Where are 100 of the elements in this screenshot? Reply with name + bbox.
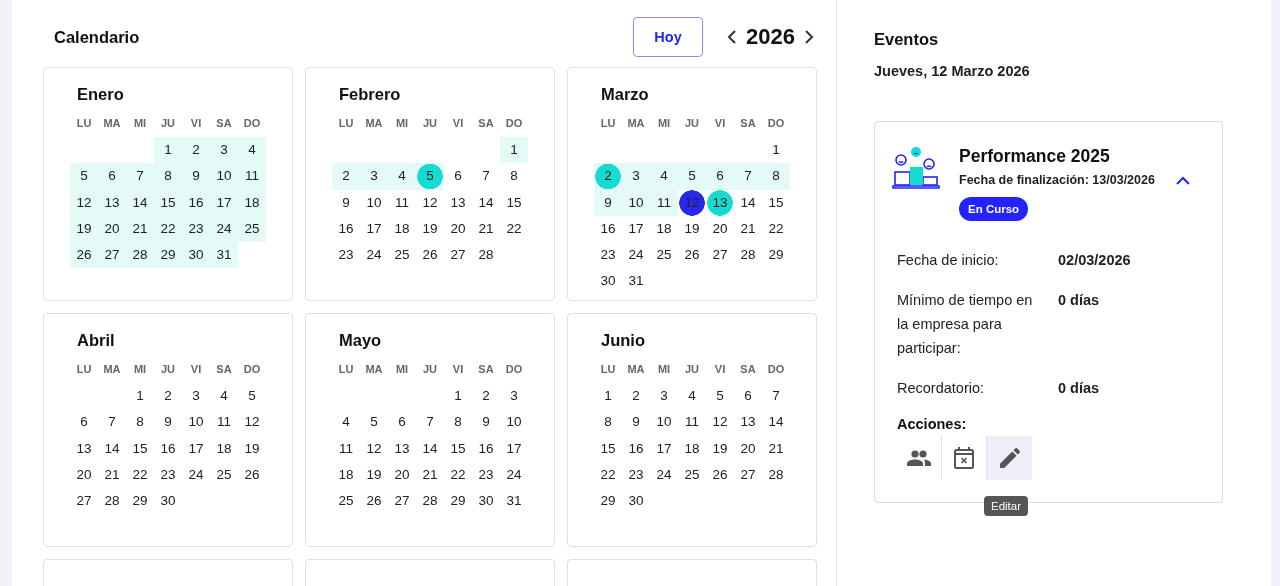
calendar-day[interactable]: 4	[388, 163, 416, 190]
calendar-day[interactable]: 27	[98, 242, 126, 269]
calendar-day[interactable]: 1	[444, 383, 472, 410]
calendar-day[interactable]: 8	[154, 163, 182, 190]
calendar-day[interactable]: 6	[444, 163, 472, 190]
calendar-day[interactable]: 22	[444, 461, 472, 489]
calendar-day[interactable]: 13	[388, 435, 416, 462]
calendar-day[interactable]: 17	[650, 435, 678, 462]
calendar-day[interactable]: 6	[388, 409, 416, 436]
calendar-day[interactable]: 18	[678, 435, 706, 462]
calendar-day[interactable]: 28	[734, 242, 762, 269]
calendar-day[interactable]: 9	[594, 189, 622, 216]
calendar-day[interactable]: 15	[594, 435, 622, 462]
calendar-day[interactable]: 21	[762, 435, 790, 462]
calendar-day[interactable]: 27	[388, 488, 416, 515]
calendar-day[interactable]: 22	[594, 461, 622, 489]
calendar-day[interactable]: 22	[500, 215, 528, 243]
calendar-day[interactable]: 28	[126, 242, 154, 269]
calendar-day[interactable]: 25	[650, 242, 678, 269]
calendar-day[interactable]: 5	[706, 383, 734, 410]
calendar-day[interactable]: 12	[238, 409, 266, 436]
calendar-day[interactable]: 18	[332, 461, 360, 489]
calendar-day[interactable]: 26	[360, 488, 388, 515]
calendar-day[interactable]: 11	[678, 409, 706, 436]
calendar-day[interactable]: 15	[126, 435, 154, 462]
calendar-day[interactable]: 23	[182, 215, 210, 243]
calendar-day[interactable]: 24	[622, 242, 650, 269]
calendar-day[interactable]: 20	[70, 461, 98, 489]
calendar-day[interactable]: 19	[238, 435, 266, 462]
calendar-day[interactable]: 14	[734, 189, 762, 216]
calendar-day[interactable]: 12	[706, 409, 734, 436]
calendar-day[interactable]: 11	[332, 435, 360, 462]
calendar-day[interactable]: 16	[182, 189, 210, 216]
calendar-day[interactable]: 29	[126, 488, 154, 515]
calendar-day[interactable]: 15	[444, 435, 472, 462]
calendar-day[interactable]: 10	[650, 409, 678, 436]
calendar-day[interactable]: 26	[70, 242, 98, 269]
calendar-day[interactable]: 23	[622, 461, 650, 489]
calendar-day[interactable]: 7	[416, 409, 444, 436]
calendar-day[interactable]: 10	[622, 189, 650, 216]
calendar-day[interactable]: 21	[126, 215, 154, 243]
calendar-day[interactable]: 10	[210, 163, 238, 190]
calendar-day[interactable]: 12	[70, 189, 98, 216]
calendar-day[interactable]: 25	[678, 461, 706, 489]
calendar-day[interactable]: 3	[500, 383, 528, 410]
calendar-day[interactable]: 8	[594, 409, 622, 436]
calendar-day[interactable]: 7	[126, 163, 154, 190]
calendar-day[interactable]: 15	[762, 189, 790, 216]
calendar-day[interactable]: 18	[388, 215, 416, 243]
calendar-day[interactable]: 9	[332, 189, 360, 216]
calendar-day[interactable]: 16	[594, 215, 622, 243]
calendar-day[interactable]: 20	[706, 215, 734, 243]
calendar-day[interactable]: 24	[182, 461, 210, 489]
calendar-day[interactable]: 19	[678, 215, 706, 243]
calendar-day[interactable]: 10	[500, 409, 528, 436]
today-button[interactable]: Hoy	[633, 17, 704, 57]
calendar-day[interactable]: 5	[678, 163, 706, 190]
calendar-day[interactable]: 22	[126, 461, 154, 489]
calendar-day[interactable]: 31	[210, 242, 238, 269]
calendar-day[interactable]: 17	[622, 215, 650, 243]
calendar-day[interactable]: 3	[210, 137, 238, 164]
calendar-day[interactable]: 6	[706, 163, 734, 190]
calendar-day[interactable]: 3	[622, 163, 650, 190]
calendar-day[interactable]: 25	[238, 215, 266, 243]
calendar-day[interactable]: 30	[594, 268, 622, 295]
calendar-day[interactable]: 8	[762, 163, 790, 190]
calendar-day[interactable]: 6	[98, 163, 126, 190]
calendar-day[interactable]: 2	[622, 383, 650, 410]
chevron-up-icon[interactable]	[1176, 175, 1190, 185]
calendar-day[interactable]: 25	[388, 242, 416, 269]
calendar-day[interactable]: 22	[762, 215, 790, 243]
calendar-day[interactable]: 29	[762, 242, 790, 269]
calendar-day[interactable]: 20	[734, 435, 762, 462]
calendar-day[interactable]: 11	[238, 163, 266, 190]
calendar-day[interactable]: 11	[210, 409, 238, 436]
calendar-day[interactable]: 17	[360, 215, 388, 243]
calendar-day[interactable]: 10	[182, 409, 210, 436]
calendar-day[interactable]: 8	[500, 163, 528, 190]
calendar-day[interactable]: 14	[98, 435, 126, 462]
calendar-day[interactable]: 2	[332, 163, 360, 190]
calendar-day[interactable]: 25	[210, 461, 238, 489]
calendar-day[interactable]: 17	[500, 435, 528, 462]
calendar-day[interactable]: 4	[650, 163, 678, 190]
calendar-day[interactable]: 8	[444, 409, 472, 436]
calendar-day[interactable]: 9	[622, 409, 650, 436]
calendar-day[interactable]: 28	[472, 242, 500, 269]
calendar-day[interactable]: 30	[472, 488, 500, 515]
calendar-day[interactable]: 7	[762, 383, 790, 410]
calendar-day[interactable]: 9	[182, 163, 210, 190]
calendar-day[interactable]: 27	[444, 242, 472, 269]
calendar-day[interactable]: 14	[762, 409, 790, 436]
calendar-day[interactable]: 3	[650, 383, 678, 410]
calendar-day[interactable]: 30	[622, 488, 650, 515]
calendar-day[interactable]: 14	[126, 189, 154, 216]
calendar-day[interactable]: 11	[650, 189, 678, 216]
calendar-day[interactable]: 8	[126, 409, 154, 436]
calendar-day[interactable]: 5	[70, 163, 98, 190]
calendar-day[interactable]: 12	[416, 189, 444, 216]
calendar-day[interactable]: 7	[734, 163, 762, 190]
calendar-day[interactable]: 5	[416, 163, 444, 190]
